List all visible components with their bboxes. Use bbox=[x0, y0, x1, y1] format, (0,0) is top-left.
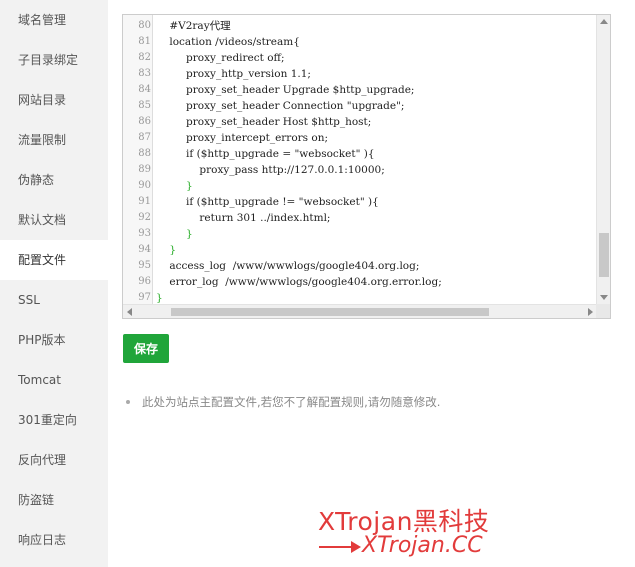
line-number: 87 bbox=[138, 132, 151, 143]
code-line[interactable]: 94 } bbox=[123, 242, 596, 258]
code-line[interactable]: 85 proxy_set_header Connection "upgrade"… bbox=[123, 98, 596, 114]
sidebar-item-3[interactable]: 流量限制 bbox=[0, 120, 108, 160]
code-text[interactable]: #V2ray代理 bbox=[156, 18, 230, 34]
config-tip: 此处为站点主配置文件,若您不了解配置规则,请勿随意修改. bbox=[126, 394, 440, 410]
watermark-arrowhead-icon bbox=[351, 541, 361, 553]
code-line[interactable]: 82 proxy_redirect off; bbox=[123, 50, 596, 66]
code-text[interactable]: if ($http_upgrade = "websocket" ){ bbox=[156, 146, 375, 162]
save-button[interactable]: 保存 bbox=[123, 334, 169, 363]
sidebar-item-0[interactable]: 域名管理 bbox=[0, 0, 108, 40]
tip-text: 此处为站点主配置文件,若您不了解配置规则,请勿随意修改. bbox=[142, 395, 441, 409]
sidebar-item-11[interactable]: 反向代理 bbox=[0, 440, 108, 480]
settings-sidebar: 域名管理 子目录绑定 网站目录 流量限制 伪静态 默认文档 配置文件 SSL PHP版本 Tomc… bbox=[0, 0, 108, 567]
code-line[interactable]: 91 if ($http_upgrade != "websocket" ){ bbox=[123, 194, 596, 210]
code-text[interactable]: access_log /www/wwwlogs/google404.org.lo… bbox=[156, 258, 419, 274]
vertical-scroll-thumb[interactable] bbox=[599, 233, 609, 277]
code-text[interactable]: proxy_set_header Upgrade $http_upgrade; bbox=[156, 82, 414, 98]
sidebar-item-7[interactable]: SSL bbox=[0, 280, 108, 320]
code-line[interactable]: 83 proxy_http_version 1.1; bbox=[123, 66, 596, 82]
line-number: 81 bbox=[138, 36, 151, 47]
code-line[interactable]: 88 if ($http_upgrade = "websocket" ){ bbox=[123, 146, 596, 162]
line-number: 95 bbox=[138, 260, 151, 271]
code-text[interactable]: proxy_intercept_errors on; bbox=[156, 130, 328, 146]
line-number: 93 bbox=[138, 228, 151, 239]
sidebar-item-10[interactable]: 301重定向 bbox=[0, 400, 108, 440]
sidebar-item-6[interactable]: 配置文件 bbox=[0, 240, 108, 280]
scroll-up-arrow-icon[interactable] bbox=[600, 19, 608, 24]
code-text[interactable]: proxy_redirect off; bbox=[156, 50, 284, 66]
sidebar-item-2[interactable]: 网站目录 bbox=[0, 80, 108, 120]
line-number: 80 bbox=[138, 20, 151, 31]
scroll-right-arrow-icon[interactable] bbox=[588, 308, 593, 316]
code-line[interactable]: 95 access_log /www/wwwlogs/google404.org… bbox=[123, 258, 596, 274]
sidebar-item-5[interactable]: 默认文档 bbox=[0, 200, 108, 240]
code-content[interactable]: 80 #V2ray代理 81 location /videos/stream{82… bbox=[123, 18, 596, 306]
line-number: 88 bbox=[138, 148, 151, 159]
code-line[interactable]: 96 error_log /www/wwwlogs/google404.org.… bbox=[123, 274, 596, 290]
line-number: 82 bbox=[138, 52, 151, 63]
code-text[interactable]: error_log /www/wwwlogs/google404.org.err… bbox=[156, 274, 441, 290]
line-number: 84 bbox=[138, 84, 151, 95]
horizontal-scrollbar[interactable] bbox=[123, 304, 598, 318]
code-editor[interactable]: 80 #V2ray代理 81 location /videos/stream{82… bbox=[122, 14, 611, 319]
code-text[interactable]: } bbox=[156, 242, 176, 258]
code-text[interactable]: proxy_http_version 1.1; bbox=[156, 66, 311, 82]
sidebar-item-8[interactable]: PHP版本 bbox=[0, 320, 108, 360]
scroll-left-arrow-icon[interactable] bbox=[127, 308, 132, 316]
code-line[interactable]: 84 proxy_set_header Upgrade $http_upgrad… bbox=[123, 82, 596, 98]
sidebar-item-1[interactable]: 子目录绑定 bbox=[0, 40, 108, 80]
code-text[interactable]: proxy_set_header Host $http_host; bbox=[156, 114, 371, 130]
code-text[interactable]: proxy_pass http://127.0.0.1:10000; bbox=[156, 162, 384, 178]
code-line[interactable]: 81 location /videos/stream{ bbox=[123, 34, 596, 50]
watermark-arrow-icon bbox=[319, 546, 353, 548]
code-text[interactable]: proxy_set_header Connection "upgrade"; bbox=[156, 98, 404, 114]
line-number: 94 bbox=[138, 244, 151, 255]
code-line[interactable]: 86 proxy_set_header Host $http_host; bbox=[123, 114, 596, 130]
code-text[interactable]: if ($http_upgrade != "websocket" ){ bbox=[156, 194, 379, 210]
sidebar-item-9[interactable]: Tomcat bbox=[0, 360, 108, 400]
code-line[interactable]: 87 proxy_intercept_errors on; bbox=[123, 130, 596, 146]
sidebar-item-13[interactable]: 响应日志 bbox=[0, 520, 108, 560]
line-number: 89 bbox=[138, 164, 151, 175]
code-text[interactable]: } bbox=[156, 178, 193, 194]
horizontal-scroll-thumb[interactable] bbox=[171, 308, 489, 316]
vertical-scrollbar[interactable] bbox=[596, 15, 610, 306]
sidebar-item-12[interactable]: 防盗链 bbox=[0, 480, 108, 520]
sidebar-item-4[interactable]: 伪静态 bbox=[0, 160, 108, 200]
code-text[interactable]: return 301 ../index.html; bbox=[156, 210, 330, 226]
code-text[interactable]: } bbox=[156, 226, 193, 242]
line-number: 91 bbox=[138, 196, 151, 207]
code-line[interactable]: 80 #V2ray代理 bbox=[123, 18, 596, 34]
line-number: 92 bbox=[138, 212, 151, 223]
line-number: 86 bbox=[138, 116, 151, 127]
scroll-down-arrow-icon[interactable] bbox=[600, 295, 608, 300]
code-line[interactable]: 89 proxy_pass http://127.0.0.1:10000; bbox=[123, 162, 596, 178]
watermark-url: XTrojan.CC bbox=[362, 533, 483, 558]
line-number: 90 bbox=[138, 180, 151, 191]
scrollbar-corner bbox=[596, 304, 610, 318]
code-line[interactable]: 90 } bbox=[123, 178, 596, 194]
bullet-icon bbox=[126, 399, 130, 404]
line-number: 85 bbox=[138, 100, 151, 111]
code-text[interactable]: location /videos/stream{ bbox=[156, 34, 300, 50]
line-number: 83 bbox=[138, 68, 151, 79]
config-panel: 80 #V2ray代理 81 location /videos/stream{82… bbox=[108, 0, 635, 567]
code-line[interactable]: 92 return 301 ../index.html; bbox=[123, 210, 596, 226]
line-number: 96 bbox=[138, 276, 151, 287]
code-line[interactable]: 93 } bbox=[123, 226, 596, 242]
